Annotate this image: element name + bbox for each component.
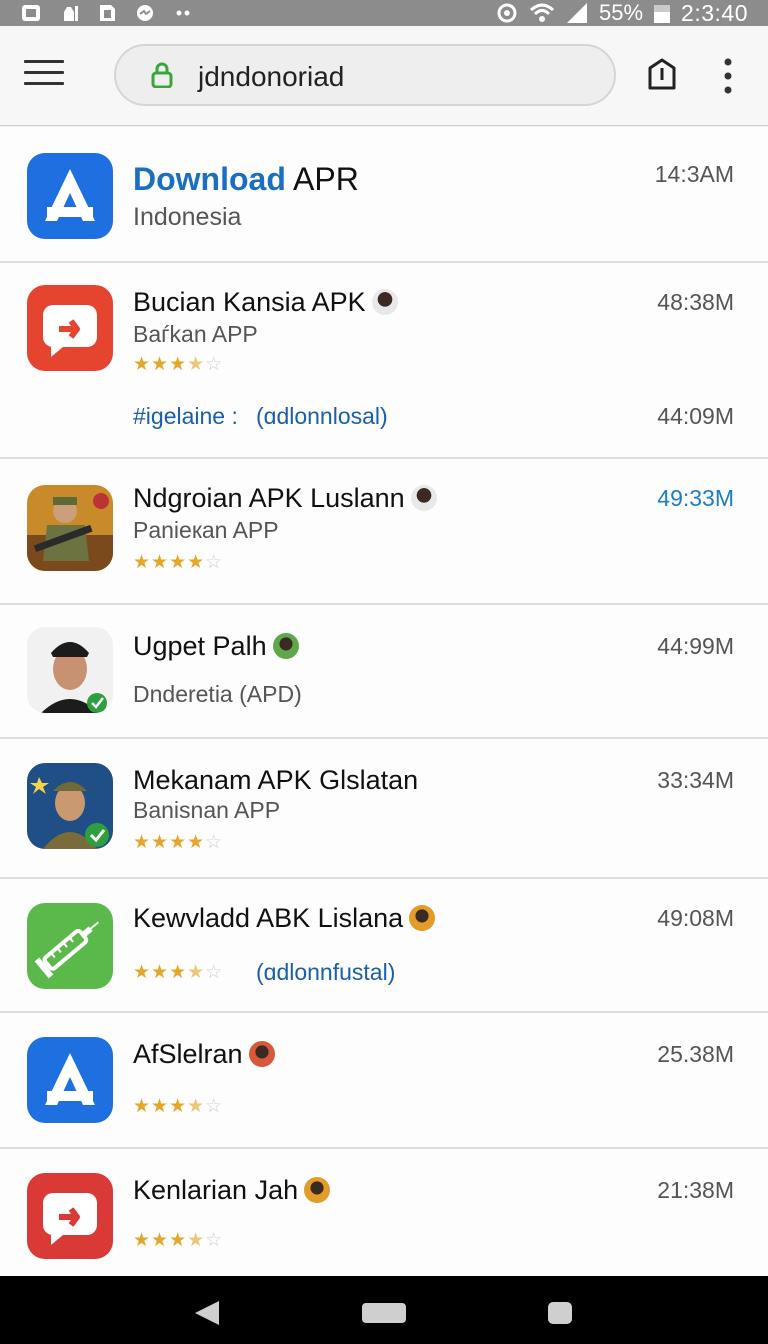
list-item[interactable]: Kewvladd ABK Lislana ★★★★☆ (ɑdlonnfustal… bbox=[0, 879, 768, 1013]
download-link[interactable]: (ɑdlonnfustal) bbox=[256, 959, 395, 986]
overflow-menu-icon[interactable] bbox=[718, 56, 738, 96]
back-icon[interactable] bbox=[193, 1300, 221, 1326]
app-title: Bucian Kansia APK bbox=[133, 287, 398, 318]
publisher-avatar bbox=[304, 1177, 331, 1203]
bottle-icon bbox=[64, 6, 78, 21]
officer-portrait-icon bbox=[27, 627, 113, 713]
download-size: 44:09M bbox=[657, 403, 734, 429]
star-rating: ★★★★☆ bbox=[133, 1230, 224, 1251]
app-title: AfSlelran bbox=[133, 1039, 275, 1070]
app-size: 49:08M bbox=[657, 905, 734, 931]
video-play-red-icon bbox=[27, 1173, 113, 1259]
app-title: Ndgroian APK Luslann bbox=[133, 483, 437, 514]
soldier-game-icon bbox=[27, 485, 113, 571]
system-nav-bar bbox=[0, 1276, 768, 1344]
video-play-red-icon bbox=[27, 285, 113, 371]
app-title: Kewvladd ABK Lislana bbox=[133, 903, 436, 934]
soldier-verified-icon bbox=[27, 763, 113, 849]
app-size: 33:34M bbox=[657, 767, 734, 793]
star-rating: ★★★★☆ bbox=[133, 962, 224, 983]
more-notifications-icon bbox=[176, 10, 190, 16]
app-store-blue-icon bbox=[27, 153, 113, 239]
browser-toolbar: jdndonoriad bbox=[0, 26, 768, 126]
app-title: Kenlarian Jah bbox=[133, 1175, 331, 1206]
app-tag-link[interactable]: #igelaine : bbox=[133, 403, 238, 430]
settings-icon bbox=[497, 3, 517, 23]
list-item[interactable]: Ndgroian APK Luslann Panieкan APP ★★★★☆ … bbox=[0, 459, 768, 605]
star-rating: ★★★★☆ bbox=[133, 552, 224, 573]
syringe-green-icon bbox=[27, 903, 113, 989]
star-rating: ★★★★☆ bbox=[133, 832, 224, 853]
app-size: 14:3AM bbox=[654, 161, 734, 187]
messenger-icon bbox=[137, 5, 153, 21]
list-item[interactable]: Download APR Indonesia 14:3AM bbox=[0, 127, 768, 263]
list-item[interactable]: Kenlarian Jah ★★★★☆ 21:38M bbox=[0, 1149, 768, 1276]
publisher-avatar bbox=[409, 905, 436, 931]
app-size: 25.38M bbox=[657, 1041, 734, 1067]
app-subtitle: Banisnan APP bbox=[133, 797, 281, 823]
list-item[interactable]: AfSlelran ★★★★☆ 25.38M bbox=[0, 1013, 768, 1149]
lock-icon bbox=[151, 62, 173, 88]
star-rating: ★★★★☆ bbox=[133, 354, 224, 375]
cell-signal-icon bbox=[567, 3, 587, 23]
notification-icon bbox=[22, 5, 40, 21]
app-subtitle: Indonesia bbox=[133, 203, 242, 231]
app-title: Ugpet Palh bbox=[133, 631, 299, 662]
clock: 2:3:40 bbox=[681, 0, 748, 26]
star-rating: ★★★★☆ bbox=[133, 1096, 224, 1117]
app-store-blue-icon bbox=[27, 1037, 113, 1123]
home-button[interactable] bbox=[362, 1303, 406, 1323]
publisher-avatar bbox=[410, 485, 437, 511]
app-size: 49:33M bbox=[657, 485, 734, 511]
app-title: Mekanam APK Glslatan bbox=[133, 765, 419, 795]
publisher-avatar bbox=[371, 289, 398, 315]
app-subtitle: Dnderetia (APD) bbox=[133, 681, 302, 707]
recents-button[interactable] bbox=[548, 1302, 572, 1324]
app-size: 21:38M bbox=[657, 1177, 734, 1203]
menu-icon[interactable] bbox=[24, 60, 64, 92]
battery-icon bbox=[654, 5, 671, 23]
download-link[interactable]: (ɑdlonnlosal) bbox=[256, 403, 388, 430]
status-bar: 55% 2:3:40 bbox=[0, 0, 768, 26]
publisher-avatar bbox=[272, 633, 299, 659]
address-bar[interactable]: jdndonoriad bbox=[114, 44, 616, 106]
url-text: jdndonoriad bbox=[198, 61, 345, 92]
list-item[interactable]: Mekanam APK Glslatan Banisnan APP ★★★★☆ … bbox=[0, 739, 768, 879]
shield-icon[interactable] bbox=[646, 58, 678, 92]
app-subtitle: Panieкan APP bbox=[133, 517, 279, 543]
list-item[interactable]: Ugpet Palh Dnderetia (APD) 44:99M bbox=[0, 605, 768, 739]
sim-card-icon bbox=[100, 5, 115, 21]
publisher-avatar bbox=[248, 1041, 275, 1067]
list-item[interactable]: Bucian Kansia APK Baѓkan APP ★★★★☆ 48:38… bbox=[0, 263, 768, 459]
app-subtitle: Baѓkan APP bbox=[133, 321, 258, 347]
app-title: Download APR bbox=[133, 161, 359, 197]
wifi-icon bbox=[529, 3, 555, 22]
app-size: 48:38M bbox=[657, 289, 734, 315]
battery-percent: 55% bbox=[599, 0, 644, 25]
app-size: 44:99M bbox=[657, 633, 734, 659]
